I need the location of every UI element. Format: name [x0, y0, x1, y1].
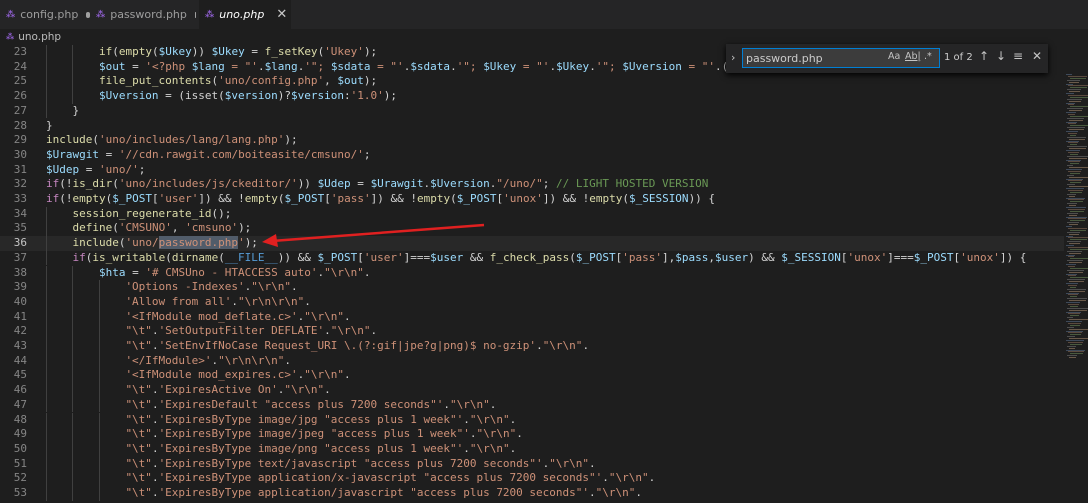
red-arrow-head-icon [262, 234, 278, 247]
red-arrow-line [271, 223, 485, 243]
annotation-overlay [262, 223, 485, 247]
